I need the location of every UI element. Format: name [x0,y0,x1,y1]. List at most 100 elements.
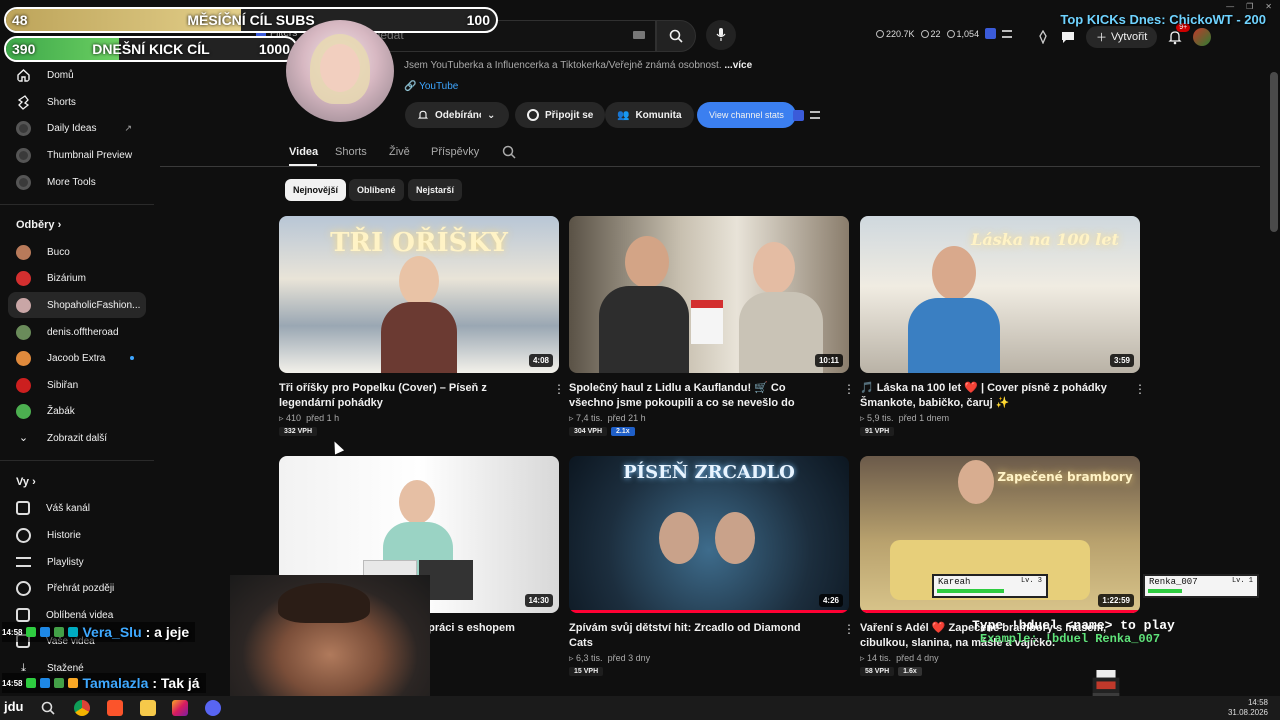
video-thumbnail[interactable]: 10:11 [569,216,849,373]
thumbnail-person [625,236,669,288]
video-card[interactable]: 10:11 Společný haul z Lidlu a Kauflandu!… [569,216,855,436]
more-actions-icon[interactable]: ⋮ [1134,383,1146,395]
notifications-button[interactable]: 9+ [1167,23,1191,45]
duel-player-name: Renka_007 [1149,577,1198,587]
sidebar-sub-label: ShopaholicFashion... [47,299,141,311]
vph-multiplier: 1.6x [898,667,922,676]
channel-avatar-large[interactable] [286,20,394,122]
sidebar-item-daily-ideas[interactable]: Daily Ideas ↗ [0,115,152,141]
minimize-icon[interactable]: — [1226,2,1234,11]
sidebar-sub-bizarium[interactable]: Bizárium [0,265,152,291]
chat-username: Tamalazla [82,675,149,691]
chip-oldest[interactable]: Nejstarší [408,179,463,201]
video-age: před 4 dny [896,653,939,663]
thumbnail-shirt [739,292,823,373]
sidebar-sub-shopaholic[interactable]: ShopaholicFashion... [8,292,146,318]
discord-icon[interactable] [205,700,221,716]
search-icon[interactable] [40,700,56,716]
more-actions-icon[interactable]: ⋮ [843,383,855,395]
duel-hp-bar [1148,589,1182,593]
sidebar-item-shorts[interactable]: Shorts [0,89,152,115]
chat-text: : Tak já [152,675,200,691]
vph-badges: 304 VPH 2.1x [569,427,849,436]
chrome-icon[interactable] [74,700,90,716]
sidebar-sub-denis[interactable]: denis.offtheroad [0,319,152,345]
sidebar-item-your-channel[interactable]: Váš kanál [0,495,152,521]
more-actions-icon[interactable]: ⋮ [843,623,855,635]
screen: — ❐ ✕ Filters 220.7K 22 1,054 [0,0,1280,720]
chip-newest[interactable]: Nejnovější [285,179,347,201]
video-card[interactable]: PÍSEŇ ZRCADLO 4:26 Zpívám svůj dětství h… [569,456,855,676]
sidebar-item-thumbnail-preview[interactable]: Thumbnail Preview [0,142,152,168]
channel-search-icon[interactable] [502,145,516,159]
sidebar-sub-label: Žabák [47,405,75,417]
menu-icon[interactable] [810,111,820,119]
eye-icon-2 [946,29,955,38]
tab-posts[interactable]: Příspěvky [431,146,479,158]
account-avatar[interactable] [1193,28,1212,46]
video-title[interactable]: Společný haul z Lidlu a Kauflandu! 🛒 Co … [569,381,827,411]
sidebar-item-watch-later[interactable]: Přehrát později [0,575,152,601]
extension-icon[interactable] [985,28,997,39]
voice-search-button[interactable] [706,20,736,50]
close-icon[interactable]: ✕ [1265,2,1272,11]
tab-live[interactable]: Živě [389,146,410,158]
maximize-icon[interactable]: ❐ [1246,2,1253,11]
sidebar-show-more[interactable]: ⌄ Zobrazit další [0,425,152,451]
video-card[interactable]: Láska na 100 let 3:59 🎵 Láska na 100 let… [860,216,1146,436]
community-button[interactable]: 👥 Komunita [605,102,694,128]
sidebar-item-home[interactable]: Domů [0,62,152,88]
video-thumbnail[interactable]: Láska na 100 let 3:59 [860,216,1140,373]
thumbnail-person [399,480,435,524]
search-button[interactable] [656,20,696,52]
thumbnail-title-text: TŘI OŘÍŠKY [330,228,508,258]
video-title[interactable]: Zpívám svůj dětství hit: Zrcadlo od Diam… [569,621,827,651]
view-channel-stats-button[interactable]: View channel stats [697,102,796,128]
page-scrollbar[interactable] [1270,72,1278,232]
thumbnail-reflection [715,512,755,564]
sidebar-item-history[interactable]: Historie [0,522,152,548]
video-card[interactable]: TŘI OŘÍŠKY 4:08 Tři oříšky pro Popelku (… [279,216,565,436]
keyboard-icon[interactable] [633,31,645,39]
extension-icon[interactable] [793,110,804,121]
video-thumbnail[interactable]: TŘI OŘÍŠKY 4:08 [279,216,559,373]
channel-description[interactable]: Jsem YouTuberka a Influencerka a Tiktoke… [404,60,752,71]
sidebar-item-more-tools[interactable]: More Tools [0,169,152,195]
tools-icon [16,174,31,190]
sidebar-sub-jacoob[interactable]: Jacoob Extra [0,345,152,371]
subscribed-button[interactable]: Odebíráno ⌄ [405,102,509,128]
brave-icon[interactable] [107,700,123,716]
thumbnail-person-2 [753,242,795,294]
idea-icon [16,120,31,136]
you-header[interactable]: Vy › [16,476,36,488]
join-button[interactable]: Připojit se [515,102,606,128]
tab-shorts[interactable]: Shorts [335,146,367,158]
system-clock[interactable]: 14:58 31.08.2026 [1228,698,1268,718]
video-thumbnail[interactable]: PÍSEŇ ZRCADLO 4:26 [569,456,849,613]
instagram-icon[interactable] [172,700,188,716]
subscriptions-header[interactable]: Odběry › [16,219,61,231]
folder-icon[interactable] [140,700,156,716]
top-actions: ＋ Vytvořit 9+ [1036,23,1212,48]
sidebar-sub-buco[interactable]: Buco [0,239,152,265]
chip-popular[interactable]: Oblíbené [349,179,404,201]
more-actions-icon[interactable]: ⋮ [553,383,565,395]
sidebar-sub-zabak[interactable]: Žabák [0,398,152,424]
liked-icon [16,608,30,622]
channel-link[interactable]: 🔗 YouTube [404,81,458,92]
more-link[interactable]: ...více [724,60,752,71]
speech-icon[interactable] [1060,30,1076,44]
sidebar-sub-sibiran[interactable]: Sibiřan [0,372,152,398]
duel-player-card: Renka_007 Lv. 1 [1143,574,1259,598]
sidebar-item-playlists[interactable]: Playlisty [0,549,152,575]
video-title[interactable]: 🎵 Láska na 100 let ❤️ | Cover písně z po… [860,381,1118,411]
pin-icon[interactable] [1036,30,1050,44]
create-button[interactable]: ＋ Vytvořit [1086,26,1158,48]
you-title: Vy [16,476,30,488]
video-title[interactable]: Tři oříšky pro Popelku (Cover) – Píseň z… [279,381,537,411]
menu-icon[interactable] [1002,29,1013,38]
chat-time: 14:58 [2,678,23,688]
tab-videos[interactable]: Videa [289,146,318,158]
channel-live-stats: 220.7K 22 1,054 [876,28,1013,39]
gift-badge-icon [68,627,79,637]
